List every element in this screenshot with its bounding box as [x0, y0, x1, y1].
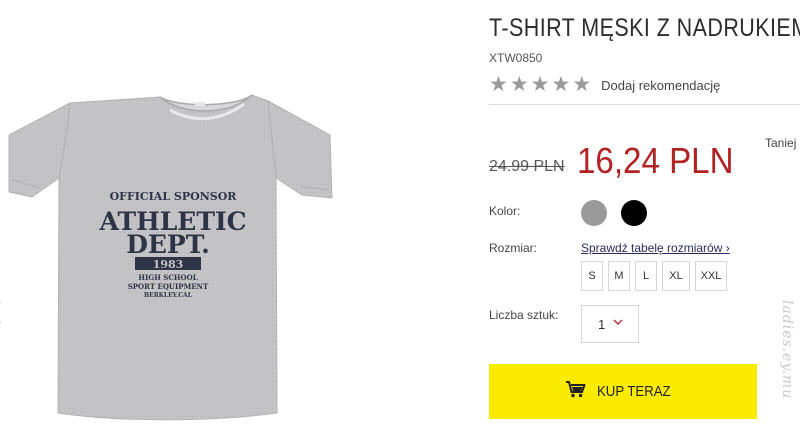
product-image: OFFICIAL SPONSOR ATHLETIC DEPT. 1983 HIG…: [0, 0, 470, 430]
print-line-year: 1983: [153, 258, 184, 271]
buy-now-label: KUP TERAZ: [597, 383, 671, 400]
quantity-label: Liczba sztuk:: [489, 308, 559, 322]
quantity-select[interactable]: 1: [581, 305, 639, 343]
watermark-right: ladies.ey.mu: [779, 300, 795, 400]
color-label: Kolor:: [489, 204, 521, 218]
print-line-sponsor: OFFICIAL SPONSOR: [110, 190, 238, 203]
cart-icon: [565, 380, 587, 403]
size-option-xxl[interactable]: XXL: [695, 261, 727, 291]
tshirt-illustration: OFFICIAL SPONSOR ATHLETIC DEPT. 1983 HIG…: [8, 94, 333, 421]
product-title: T-SHIRT MĘSKI Z NADRUKIEM: [489, 14, 800, 42]
buy-now-button[interactable]: KUP TERAZ: [489, 364, 757, 419]
size-option-s[interactable]: S: [581, 261, 603, 291]
color-swatch-gray[interactable]: [581, 200, 607, 226]
cheaper-label: Taniej: [765, 136, 797, 150]
star-icon[interactable]: ★: [551, 74, 570, 96]
color-swatch-black[interactable]: [621, 200, 647, 226]
rating-row: ★ ★ ★ ★ ★ Dodaj rekomendację: [489, 74, 720, 96]
print-line-berkley: BERKLEY.CAL: [144, 292, 193, 299]
star-icon[interactable]: ★: [572, 74, 591, 96]
quantity-value: 1: [598, 316, 606, 332]
watermark-left: ladies.ey.mu: [0, 300, 2, 400]
print-line-dept: DEPT.: [126, 230, 210, 259]
star-icon[interactable]: ★: [510, 74, 529, 96]
product-sku: XTW0850: [489, 51, 543, 65]
print-line-equipment: SPORT EQUIPMENT: [128, 282, 209, 291]
rating-stars[interactable]: ★ ★ ★ ★ ★: [489, 74, 591, 96]
old-price: 24.99 PLN: [489, 158, 565, 175]
add-recommendation-link[interactable]: Dodaj rekomendację: [601, 78, 720, 93]
star-icon[interactable]: ★: [531, 74, 550, 96]
current-price: 16,24 PLN: [577, 140, 734, 181]
size-options: S M L XL XXL: [581, 261, 727, 291]
size-option-l[interactable]: L: [635, 261, 657, 291]
divider: [489, 104, 800, 105]
star-icon[interactable]: ★: [489, 74, 508, 96]
size-chart-link[interactable]: Sprawdź tabelę rozmiarów ›: [581, 241, 730, 255]
chevron-down-icon: [613, 313, 623, 331]
size-option-m[interactable]: M: [608, 261, 630, 291]
size-option-xl[interactable]: XL: [662, 261, 690, 291]
size-label: Rozmiar:: [489, 241, 538, 255]
print-line-highschool: HIGH SCHOOL: [138, 273, 197, 282]
